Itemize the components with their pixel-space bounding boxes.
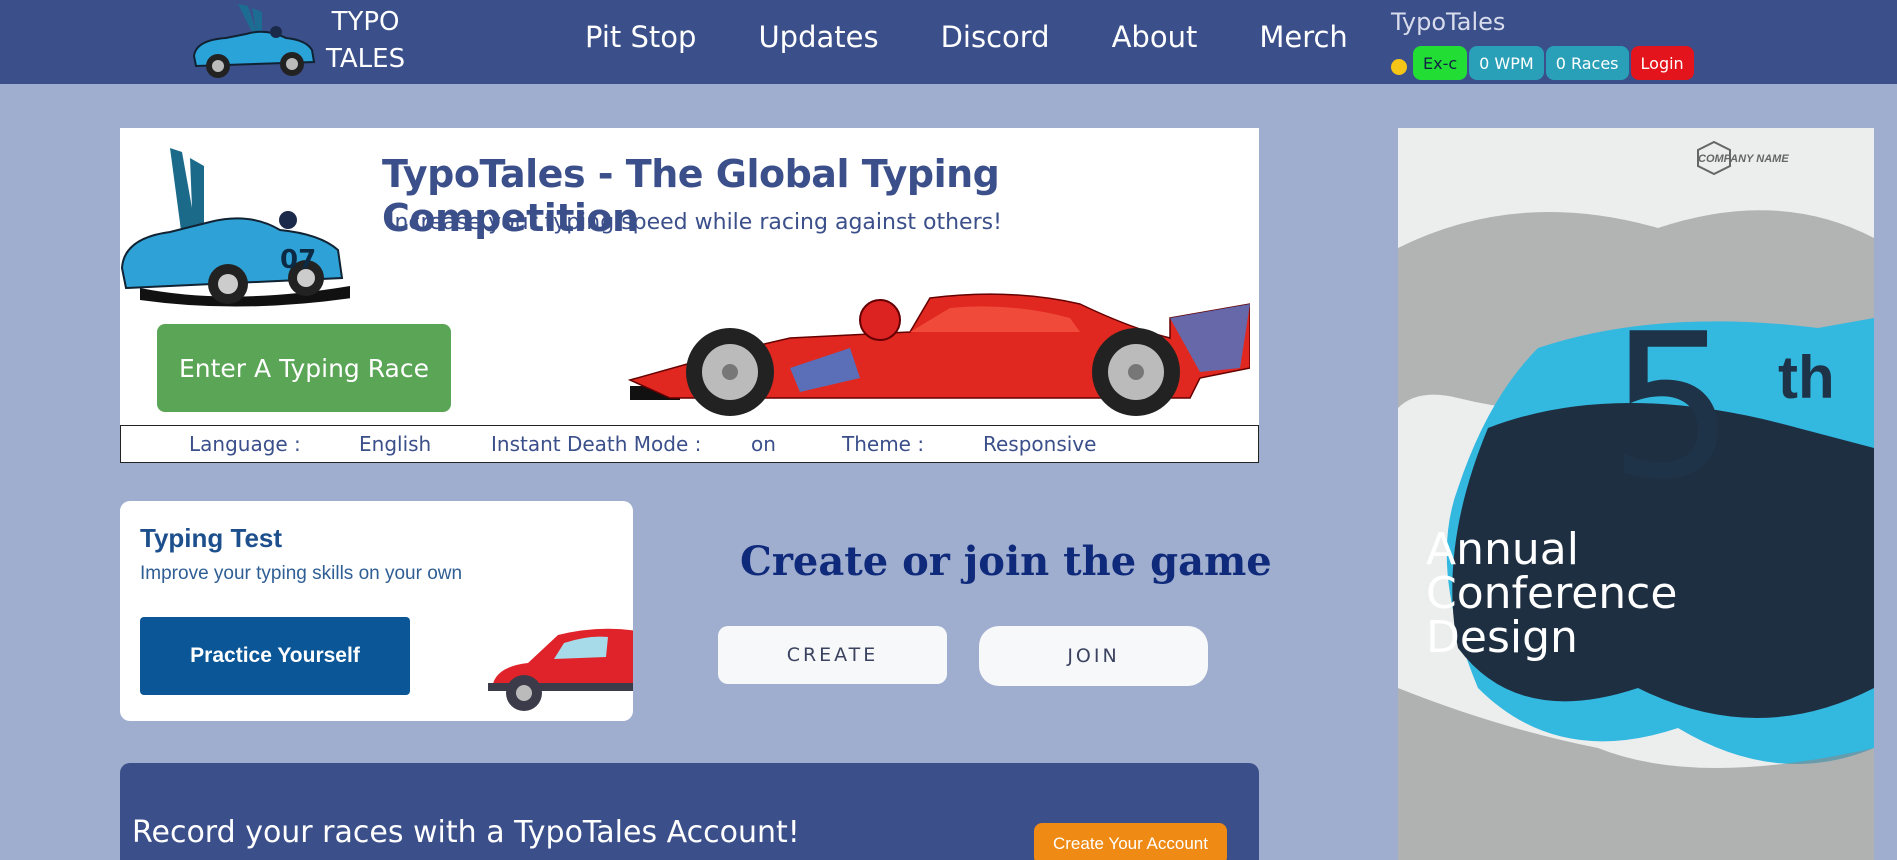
create-game-button[interactable]: CREATE	[718, 626, 947, 684]
logo-text: TYPO TALES	[326, 4, 405, 78]
status-dot-icon	[1391, 59, 1407, 75]
ad-company-name: COMPANY NAME	[1698, 153, 1789, 165]
language-value[interactable]: English	[359, 432, 431, 456]
f1-car-illustration	[627, 293, 1250, 416]
site-logo[interactable]: TYPO TALES	[186, 0, 426, 84]
theme-label: Theme :	[842, 432, 925, 456]
username[interactable]: TypoTales	[1391, 8, 1505, 36]
advertisement-banner[interactable]: COMPANY NAME 5 th Annual Conference Desi…	[1398, 128, 1874, 860]
typing-test-title: Typing Test	[140, 523, 283, 553]
account-banner-text: Record your races with a TypoTales Accou…	[132, 815, 800, 850]
race-settings-bar: Language : English Instant Death Mode : …	[120, 425, 1259, 463]
ad-line2: Conference	[1426, 568, 1678, 619]
svg-text:07: 07	[280, 245, 316, 275]
ad-line3: Design	[1426, 612, 1578, 663]
nav-pit-stop[interactable]: Pit Stop	[585, 20, 696, 54]
nav-discord[interactable]: Discord	[941, 20, 1050, 54]
death-mode-value[interactable]: on	[751, 432, 776, 456]
winged-car-illustration: 07	[120, 148, 350, 307]
practice-yourself-button[interactable]: Practice Yourself	[140, 617, 410, 695]
races-badge: 0 Races	[1545, 46, 1629, 80]
red-car-illustration	[488, 628, 633, 711]
typing-test-card: Typing Test Improve your typing skills o…	[120, 501, 633, 721]
death-mode-label: Instant Death Mode :	[491, 432, 702, 456]
nav-merch[interactable]: Merch	[1259, 20, 1347, 54]
car-logo-icon	[192, 4, 316, 78]
ad-line1: Annual	[1426, 524, 1579, 575]
ad-number-suffix: th	[1778, 344, 1835, 411]
ad-headline: Annual Conference Design	[1426, 528, 1677, 660]
nav-updates[interactable]: Updates	[758, 20, 878, 54]
user-stats: Ex-c 0 WPM 0 Races Login	[1391, 46, 1694, 80]
account-banner: Record your races with a TypoTales Accou…	[120, 763, 1259, 860]
nav-about[interactable]: About	[1112, 20, 1198, 54]
wpm-badge: 0 WPM	[1469, 46, 1544, 80]
join-game-button[interactable]: JOIN	[979, 626, 1208, 686]
game-section-title: Create or join the game	[740, 538, 1272, 585]
hero-panel: 07 TypoTales - The Global Typing Competi…	[120, 128, 1259, 463]
logo-line2: TALES	[326, 44, 406, 74]
login-button[interactable]: Login	[1630, 46, 1694, 80]
language-label: Language :	[189, 432, 301, 456]
top-navbar: TYPO TALES Pit Stop Updates Discord Abou…	[0, 0, 1897, 84]
typing-test-subtitle: Improve your typing skills on your own	[140, 563, 463, 584]
create-account-button[interactable]: Create Your Account	[1034, 823, 1227, 860]
enter-race-button[interactable]: Enter A Typing Race	[157, 324, 451, 412]
ad-number: 5	[1608, 291, 1736, 524]
logo-line1: TYPO	[331, 7, 400, 37]
theme-value[interactable]: Responsive	[983, 432, 1096, 456]
nav-links: Pit Stop Updates Discord About Merch	[585, 20, 1410, 54]
hero-subtitle: Increase your typing speed while racing …	[388, 210, 1002, 235]
level-badge: Ex-c	[1413, 46, 1468, 80]
